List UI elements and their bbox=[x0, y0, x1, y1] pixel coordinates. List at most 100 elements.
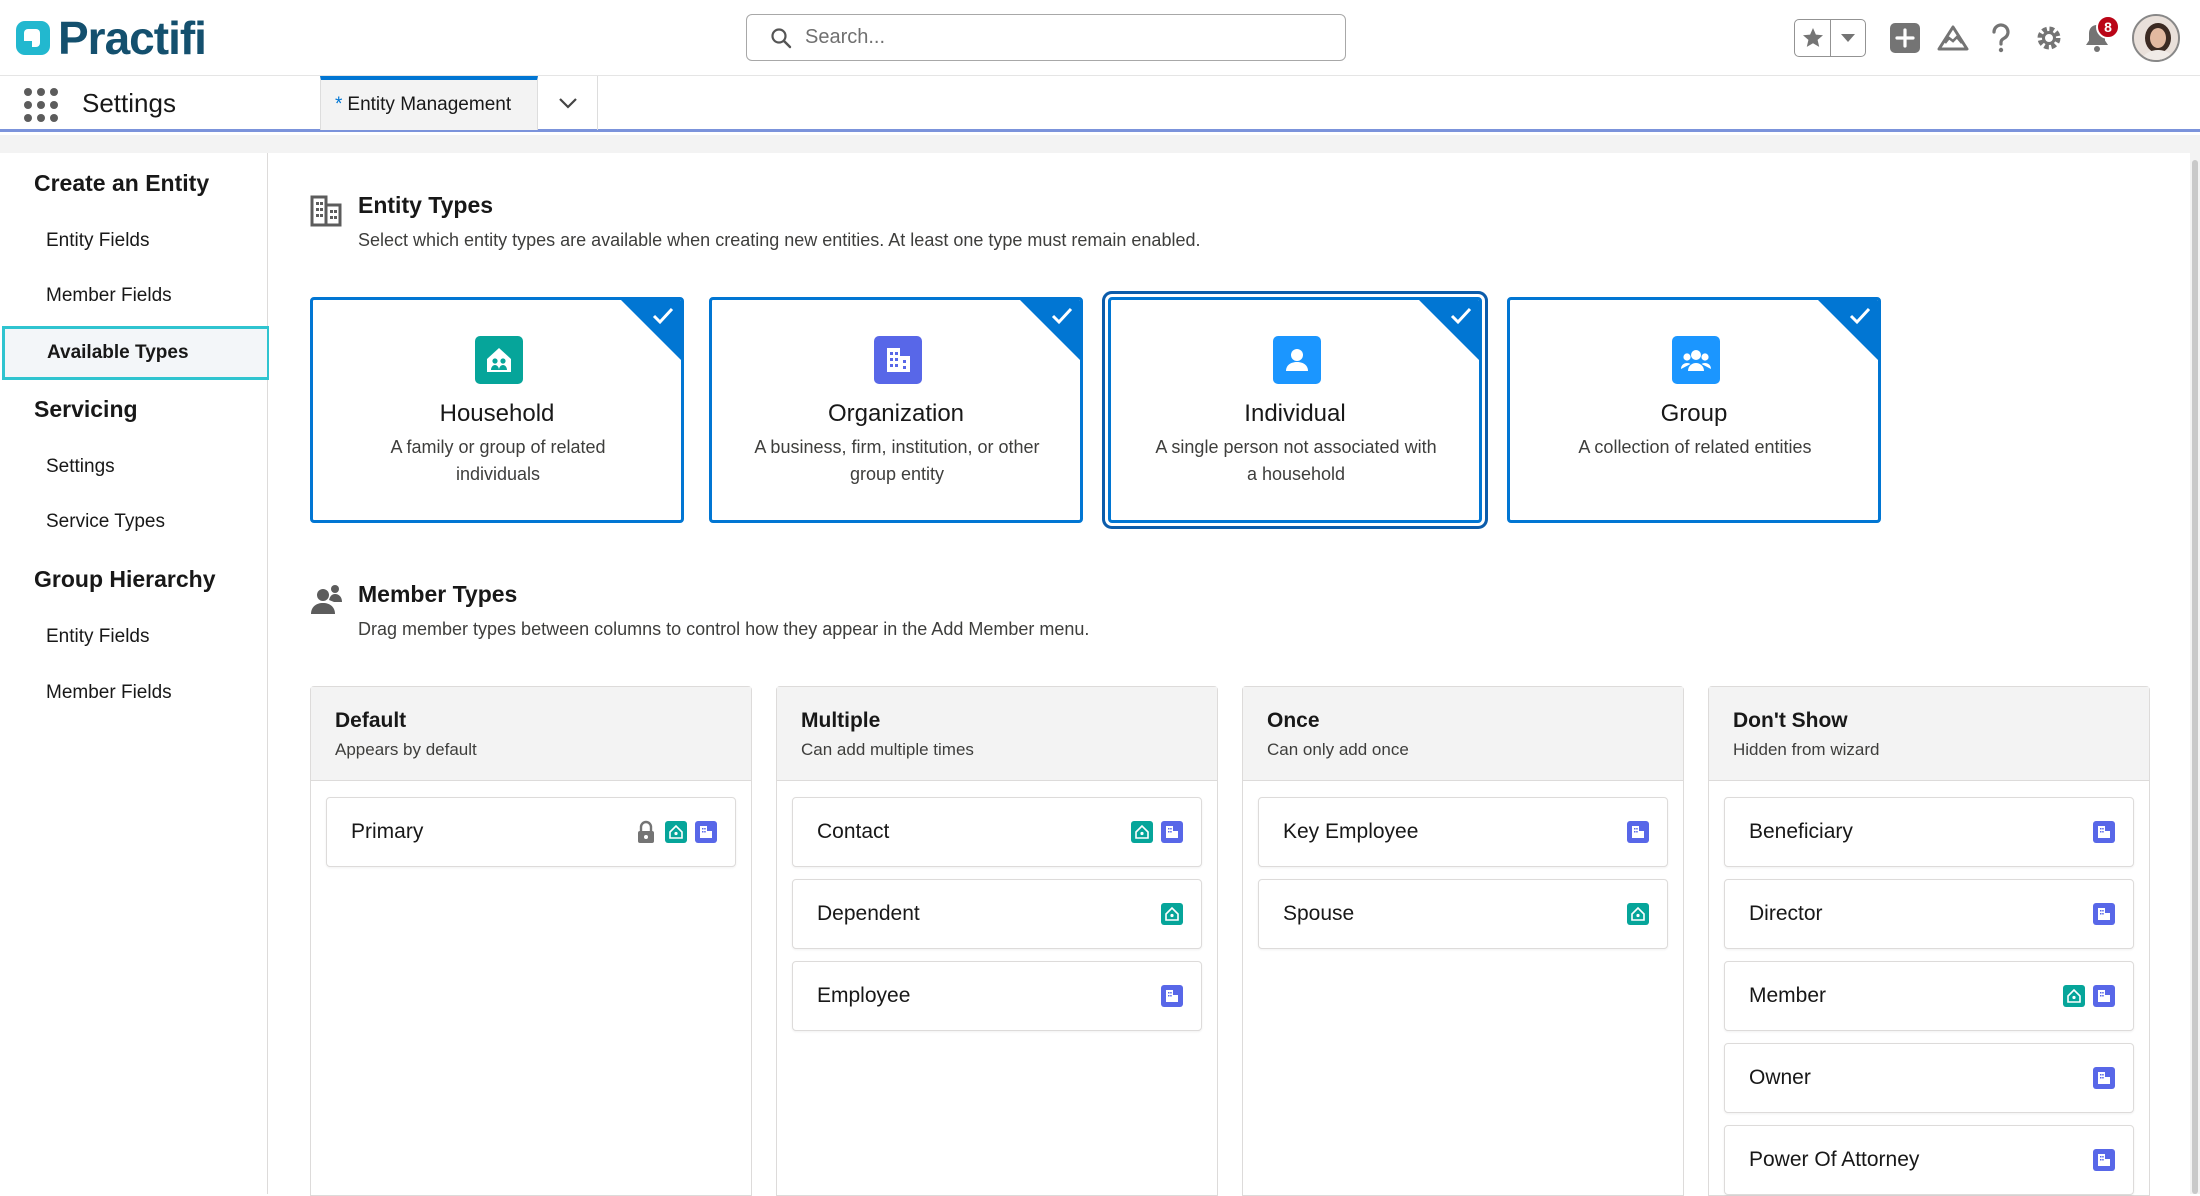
user-avatar[interactable] bbox=[2132, 14, 2180, 62]
scrollbar-thumb[interactable] bbox=[2192, 160, 2198, 1194]
app-launcher-button[interactable] bbox=[22, 86, 58, 122]
member-types-description: Drag member types between columns to con… bbox=[358, 619, 1090, 639]
search-input[interactable] bbox=[805, 26, 1325, 49]
tab-entity-management[interactable]: * Entity Management bbox=[320, 76, 538, 130]
member-column-default: Default Appears by default Primary bbox=[310, 686, 752, 1196]
chevron-down-icon bbox=[558, 98, 577, 109]
trailhead-icon bbox=[1937, 25, 1969, 51]
household-icon bbox=[665, 821, 687, 843]
member-types-title: Member Types bbox=[358, 581, 518, 607]
checkmark-icon bbox=[652, 307, 674, 325]
entity-type-card-organization[interactable]: Organization A business, firm, instituti… bbox=[709, 297, 1083, 523]
unsaved-marker: * bbox=[335, 94, 343, 115]
card-description: A single person not associated with a ho… bbox=[1155, 437, 1437, 484]
launcher-dot bbox=[24, 101, 32, 109]
global-header: Practifi 8 bbox=[0, 0, 2200, 76]
member-type-icons bbox=[1123, 821, 1183, 843]
member-type-employee[interactable]: Employee bbox=[792, 961, 1202, 1031]
member-type-label: Power Of Attorney bbox=[1749, 1148, 1920, 1171]
launcher-dot bbox=[37, 101, 45, 109]
trailhead-button[interactable] bbox=[1936, 21, 1970, 55]
member-type-label: Primary bbox=[351, 820, 424, 843]
sidebar-item-available-types[interactable]: Available Types bbox=[2, 326, 270, 380]
person-icon bbox=[1273, 336, 1321, 384]
member-type-contact[interactable]: Contact bbox=[792, 797, 1202, 867]
card-title: Group bbox=[1660, 400, 1728, 427]
star-icon bbox=[1802, 28, 1823, 47]
setup-button[interactable] bbox=[2032, 21, 2066, 55]
column-subtitle: Can only add once bbox=[1267, 740, 1409, 759]
sidebar-item-service-types[interactable]: Service Types bbox=[0, 497, 268, 547]
column-title: Default bbox=[335, 709, 407, 732]
member-type-power-of-attorney[interactable]: Power Of Attorney bbox=[1724, 1125, 2134, 1195]
building-icon bbox=[310, 195, 342, 227]
checkmark-icon bbox=[1051, 307, 1073, 325]
organization-icon bbox=[2093, 821, 2115, 843]
help-icon bbox=[1992, 23, 2010, 53]
chevron-down-icon bbox=[1841, 34, 1855, 42]
column-subtitle: Hidden from wizard bbox=[1733, 740, 1880, 759]
global-search[interactable] bbox=[746, 14, 1346, 61]
sidebar-item-servicing-settings[interactable]: Settings bbox=[0, 442, 268, 492]
sidebar-item-entity-fields[interactable]: Entity Fields bbox=[0, 216, 268, 266]
entity-types-title: Entity Types bbox=[358, 192, 494, 218]
household-icon bbox=[1161, 903, 1183, 925]
sidebar-section-create-entity: Create an Entity bbox=[34, 170, 210, 196]
column-title: Multiple bbox=[801, 709, 881, 732]
member-type-key-employee[interactable]: Key Employee bbox=[1258, 797, 1668, 867]
practifi-logo[interactable]: Practifi bbox=[14, 14, 207, 62]
favorites-button[interactable] bbox=[1795, 20, 1831, 56]
member-column-multiple: Multiple Can add multiple times Contact … bbox=[776, 686, 1218, 1196]
member-type-icons bbox=[2085, 903, 2115, 925]
practifi-logo-icon bbox=[16, 21, 50, 55]
member-type-label: Owner bbox=[1749, 1066, 1811, 1089]
global-actions-button[interactable] bbox=[1888, 21, 1922, 55]
gear-icon bbox=[2037, 26, 2061, 50]
search-icon bbox=[771, 27, 792, 48]
member-type-icons bbox=[2085, 1149, 2115, 1171]
card-description: A business, firm, institution, or other … bbox=[754, 437, 1040, 484]
lock-icon bbox=[638, 820, 654, 843]
member-type-director[interactable]: Director bbox=[1724, 879, 2134, 949]
member-type-member[interactable]: Member bbox=[1724, 961, 2134, 1031]
organization-icon bbox=[1161, 821, 1183, 843]
launcher-dot bbox=[24, 114, 32, 122]
entity-type-card-individual[interactable]: Individual A single person not associate… bbox=[1108, 297, 1482, 523]
member-type-icons bbox=[1153, 903, 1183, 925]
launcher-dot bbox=[37, 114, 45, 122]
member-type-dependent[interactable]: Dependent bbox=[792, 879, 1202, 949]
tab-menu-button[interactable] bbox=[538, 76, 598, 130]
member-type-icons bbox=[1619, 903, 1649, 925]
notifications-button[interactable]: 8 bbox=[2080, 15, 2120, 55]
sidebar-item-group-entity-fields[interactable]: Entity Fields bbox=[0, 612, 268, 662]
checkmark-icon bbox=[1450, 307, 1472, 325]
card-title: Organization bbox=[827, 400, 965, 427]
member-type-owner[interactable]: Owner bbox=[1724, 1043, 2134, 1113]
column-subtitle: Appears by default bbox=[335, 740, 477, 759]
favorites-list-button[interactable] bbox=[1831, 20, 1865, 56]
member-type-beneficiary[interactable]: Beneficiary bbox=[1724, 797, 2134, 867]
organization-icon bbox=[2093, 903, 2115, 925]
member-type-label: Contact bbox=[817, 820, 890, 843]
checkmark-icon bbox=[1849, 307, 1871, 325]
household-icon bbox=[475, 336, 523, 384]
notification-count-badge: 8 bbox=[2096, 15, 2120, 39]
group-icon bbox=[1672, 336, 1720, 384]
column-header: Once Can only add once bbox=[1243, 687, 1683, 781]
entity-type-card-household[interactable]: Household A family or group of related i… bbox=[310, 297, 684, 523]
entity-type-card-group[interactable]: Group A collection of related entities bbox=[1507, 297, 1881, 523]
member-type-spouse[interactable]: Spouse bbox=[1258, 879, 1668, 949]
tab-label: Entity Management bbox=[347, 94, 512, 115]
app-navigation-bar: Settings * Entity Management bbox=[0, 76, 2200, 132]
help-button[interactable] bbox=[1984, 21, 2018, 55]
launcher-dot bbox=[50, 114, 58, 122]
sidebar-section-servicing: Servicing bbox=[34, 396, 138, 422]
card-description: A collection of related entities bbox=[1578, 437, 1812, 457]
member-type-icons bbox=[2055, 985, 2115, 1007]
sidebar-item-member-fields[interactable]: Member Fields bbox=[0, 271, 268, 321]
card-description: A family or group of related individuals bbox=[390, 437, 606, 484]
sidebar-item-group-member-fields[interactable]: Member Fields bbox=[0, 668, 268, 718]
launcher-dot bbox=[37, 88, 45, 96]
organization-icon bbox=[1627, 821, 1649, 843]
member-type-primary[interactable]: Primary bbox=[326, 797, 736, 867]
